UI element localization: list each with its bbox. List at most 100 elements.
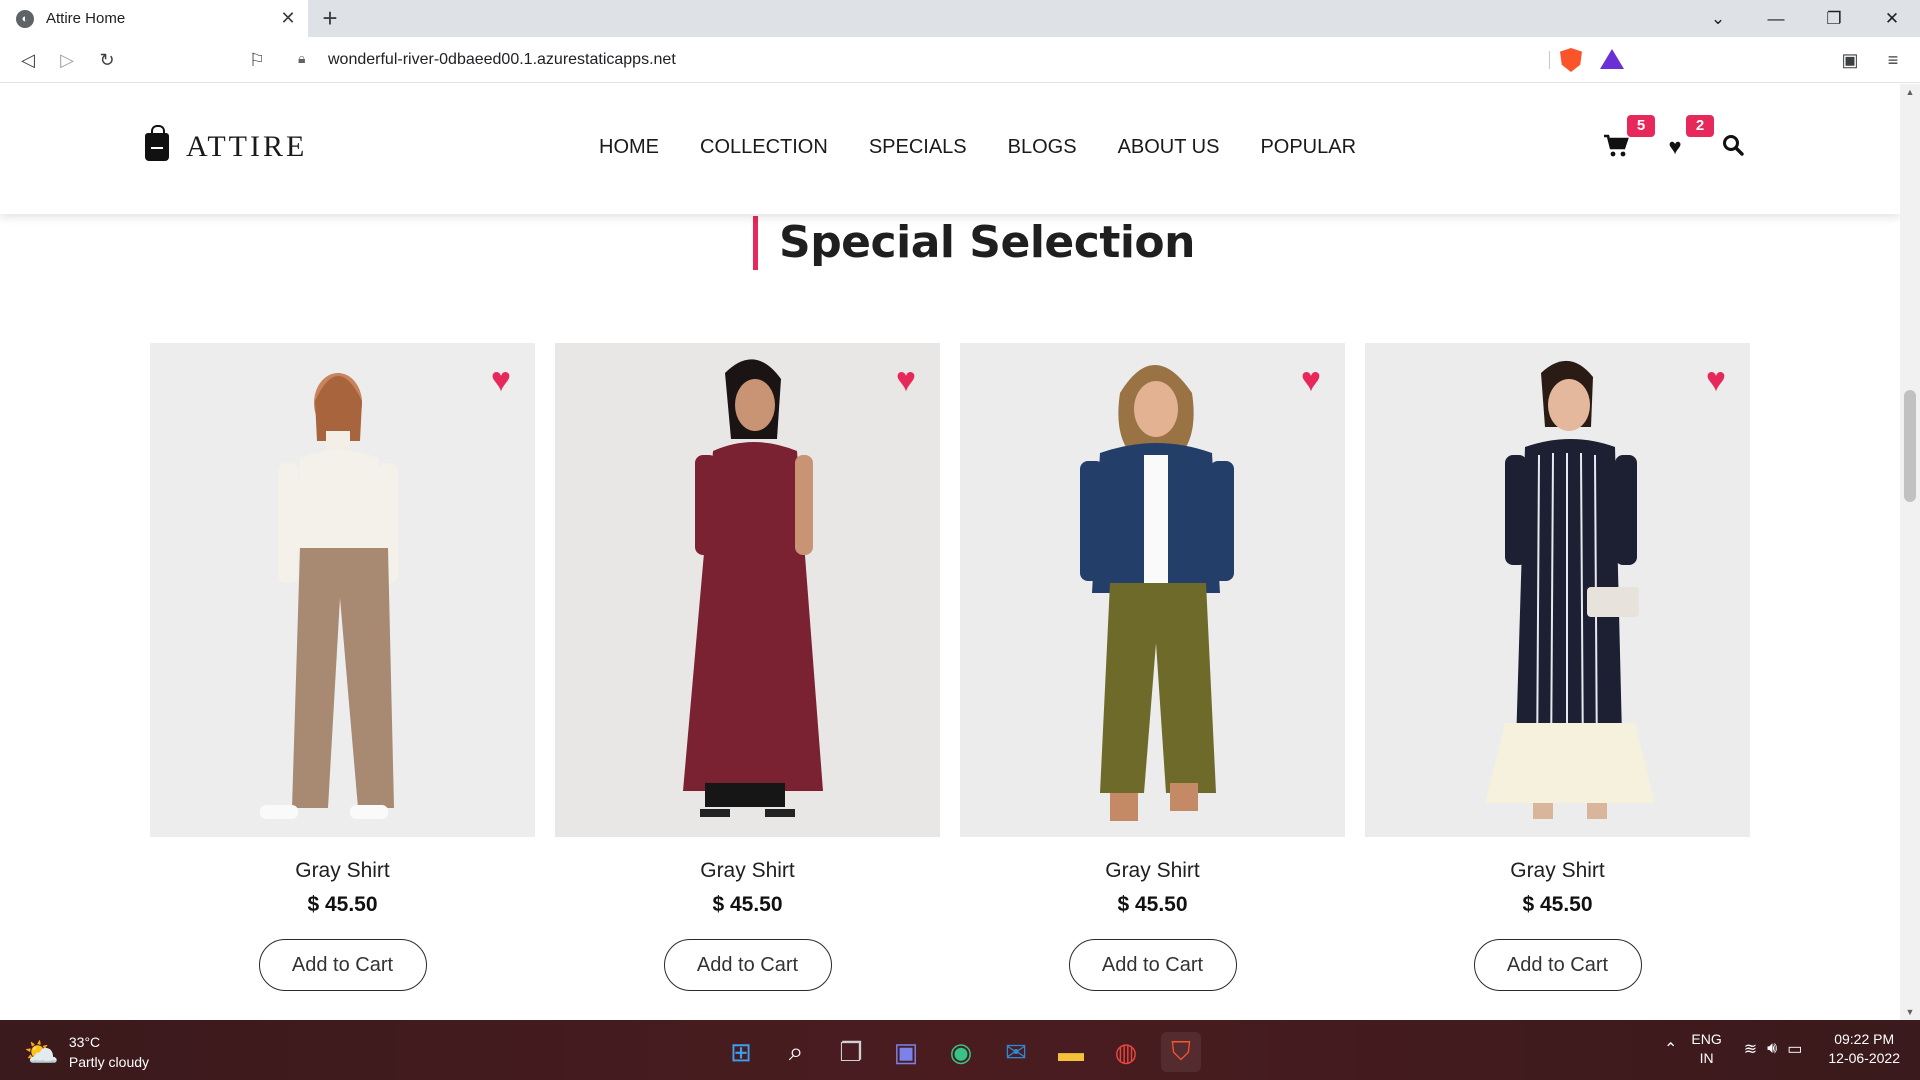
add-to-cart-button[interactable]: Add to Cart: [663, 939, 832, 991]
divider: [1549, 51, 1550, 69]
lock-icon: 🔒︎: [298, 50, 306, 66]
mail-icon[interactable]: ✉: [996, 1032, 1036, 1072]
back-icon[interactable]: ◁: [15, 47, 41, 73]
product-card: ♥ Gray Shirt $ 45.50 Add to Cart: [960, 343, 1345, 991]
page-scrollbar[interactable]: ▲ ▼: [1900, 84, 1920, 1020]
add-to-cart-button[interactable]: Add to Cart: [1068, 939, 1237, 991]
cart-count-badge: 5: [1627, 115, 1655, 137]
scroll-down-arrow-icon[interactable]: ▼: [1900, 1004, 1920, 1020]
add-to-cart-button[interactable]: Add to Cart: [1473, 939, 1642, 991]
shopping-bag-icon: [145, 125, 169, 161]
nav-specials[interactable]: SPECIALS: [869, 136, 967, 159]
product-price: $ 45.50: [712, 893, 783, 916]
product-image[interactable]: ♥: [150, 343, 535, 837]
battery-icon[interactable]: ▭: [1787, 1039, 1802, 1059]
forward-icon[interactable]: ▷: [54, 47, 80, 73]
close-icon[interactable]: ✕: [1864, 0, 1920, 37]
url-text[interactable]: wonderful-river-0dbaeed00.1.azurestatica…: [328, 51, 676, 69]
nav-blogs[interactable]: BLOGS: [1008, 136, 1077, 159]
system-tray: ⌃ ENG IN ≋ 🔊︎ ▭ 09:22 PM 12-06-2022: [1654, 1030, 1900, 1068]
date: 12-06-2022: [1828, 1050, 1900, 1066]
weather-widget[interactable]: ⛅ 33°C Partly cloudy: [24, 1032, 149, 1072]
product-card: ♥ Gray Shirt $ 45.50 Add to Cart: [1365, 343, 1750, 991]
product-image[interactable]: ♥: [1365, 343, 1750, 837]
time: 09:22 PM: [1834, 1031, 1895, 1047]
brand-name: ATTIRE: [186, 130, 308, 163]
windows-start-icon[interactable]: ⊞: [721, 1032, 761, 1072]
browser-tab-bar: ◐ Attire Home ✕ + ⌄ — ❐ ✕: [0, 0, 1920, 37]
wishlist-heart-icon[interactable]: ♥: [896, 363, 916, 397]
brave-shield-icon[interactable]: [1560, 48, 1582, 72]
cart-icon[interactable]: [1603, 134, 1629, 160]
chrome-icon[interactable]: ◍: [1106, 1032, 1146, 1072]
browser-toolbar: ◁ ▷ ↻ ⚐ 🔒︎ wonderful-river-0dbaeed00.1.a…: [0, 37, 1920, 83]
new-tab-button[interactable]: +: [316, 4, 344, 32]
section-title: Special Selection: [779, 217, 1196, 268]
region-code: IN: [1699, 1050, 1714, 1066]
nav-about-us[interactable]: ABOUT US: [1118, 136, 1220, 159]
windows-taskbar: ⛅ 33°C Partly cloudy ⊞ ⌕ ❐ ▣ ◉ ✉ ▬ ◍ ⛉ ⌃…: [0, 1020, 1920, 1080]
maximize-icon[interactable]: ❐: [1806, 0, 1862, 37]
taskbar-apps: ⊞ ⌕ ❐ ▣ ◉ ✉ ▬ ◍ ⛉: [721, 1032, 1216, 1072]
wishlist-heart-icon[interactable]: ♥: [1301, 363, 1321, 397]
tab-close-icon[interactable]: ✕: [278, 8, 298, 28]
product-name: Gray Shirt: [295, 859, 390, 882]
wishlist-heart-icon[interactable]: ♥: [1706, 363, 1726, 397]
product-card: ♥ Gray Shirt $ 45.50 Add to Cart: [555, 343, 940, 991]
model-illustration: [555, 343, 940, 837]
section-heading: Special Selection: [753, 216, 1196, 270]
heart-icon[interactable]: ♥: [1662, 134, 1688, 160]
nav-home[interactable]: HOME: [599, 136, 659, 159]
product-name: Gray Shirt: [1510, 859, 1605, 882]
bookmark-icon[interactable]: ⚐: [244, 47, 270, 73]
menu-icon[interactable]: ≡: [1880, 47, 1906, 73]
wishlist-count-badge: 2: [1686, 115, 1714, 137]
product-price: $ 45.50: [1522, 893, 1593, 916]
partly-cloudy-icon: ⛅: [24, 1036, 59, 1068]
language-code: ENG: [1691, 1031, 1722, 1047]
temperature: 33°C: [68, 1034, 101, 1050]
product-grid: ♥ Gray Shirt $ 45.50 Add to Cart ♥ Gray …: [150, 343, 1752, 1020]
globe-icon: ◐: [16, 9, 34, 28]
product-price: $ 45.50: [307, 893, 378, 916]
scrollbar-thumb[interactable]: [1904, 390, 1916, 502]
nav-popular[interactable]: POPULAR: [1260, 136, 1356, 159]
model-illustration: [960, 343, 1345, 837]
language-indicator[interactable]: ENG IN: [1691, 1030, 1721, 1068]
file-explorer-icon[interactable]: ▬: [1051, 1032, 1091, 1072]
product-name: Gray Shirt: [1105, 859, 1200, 882]
product-card: ♥ Gray Shirt $ 45.50 Add to Cart: [150, 343, 535, 991]
wifi-icon[interactable]: ≋: [1744, 1039, 1757, 1059]
browser-tab[interactable]: ◐ Attire Home ✕: [0, 0, 308, 37]
task-view-icon[interactable]: ❐: [831, 1032, 871, 1072]
address-bar[interactable]: 🔒︎ wonderful-river-0dbaeed00.1.azurestat…: [284, 43, 1634, 77]
wallet-icon[interactable]: ▣: [1837, 47, 1863, 73]
clock[interactable]: 09:22 PM 12-06-2022: [1828, 1030, 1900, 1068]
minimize-icon[interactable]: —: [1748, 0, 1804, 37]
edge-browser-icon[interactable]: ◉: [941, 1032, 981, 1072]
model-illustration: [150, 343, 535, 837]
product-image[interactable]: ♥: [960, 343, 1345, 837]
volume-icon[interactable]: 🔊︎: [1767, 1040, 1777, 1058]
nav-collection[interactable]: COLLECTION: [700, 136, 828, 159]
brand-logo[interactable]: ATTIRE: [145, 125, 308, 164]
web-page: ATTIRE HOME COLLECTION SPECIALS BLOGS AB…: [0, 84, 1900, 1020]
main-nav: HOME COLLECTION SPECIALS BLOGS ABOUT US …: [599, 136, 1397, 159]
product-image[interactable]: ♥: [555, 343, 940, 837]
search-icon[interactable]: [1720, 134, 1746, 160]
weather-info: 33°C Partly cloudy: [69, 1032, 149, 1072]
chevron-up-icon[interactable]: ⌃: [1664, 1039, 1677, 1059]
product-price: $ 45.50: [1117, 893, 1188, 916]
teams-chat-icon[interactable]: ▣: [886, 1032, 926, 1072]
scroll-up-arrow-icon[interactable]: ▲: [1900, 84, 1920, 100]
tab-title: Attire Home: [46, 10, 126, 27]
reload-icon[interactable]: ↻: [94, 47, 120, 73]
tab-search-icon[interactable]: ⌄: [1690, 0, 1746, 37]
wishlist-heart-icon[interactable]: ♥: [491, 363, 511, 397]
search-icon[interactable]: ⌕: [776, 1032, 816, 1072]
weather-condition: Partly cloudy: [68, 1054, 150, 1070]
site-header: ATTIRE HOME COLLECTION SPECIALS BLOGS AB…: [0, 84, 1900, 214]
brave-rewards-icon[interactable]: [1600, 49, 1624, 69]
brave-browser-icon[interactable]: ⛉: [1161, 1032, 1201, 1072]
add-to-cart-button[interactable]: Add to Cart: [258, 939, 427, 991]
